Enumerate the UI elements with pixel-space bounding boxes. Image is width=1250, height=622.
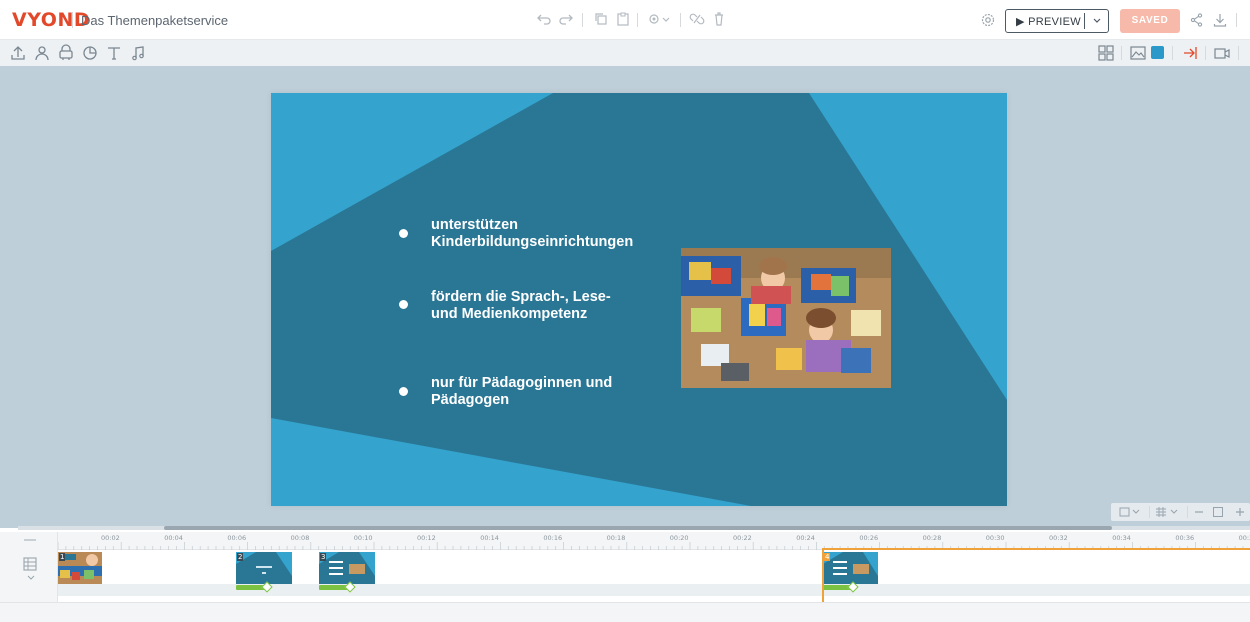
timeline-scroll-thumb[interactable] <box>164 526 1112 530</box>
asset-toolbar <box>0 40 1250 66</box>
music-icon[interactable] <box>128 43 148 63</box>
fit-screen-icon[interactable] <box>1212 506 1224 518</box>
time-label: 00:06 <box>227 534 247 542</box>
scene-number: 2 <box>237 553 244 561</box>
zoom-in-icon[interactable] <box>1234 506 1246 518</box>
time-label: 00:12 <box>417 534 436 542</box>
preview-button[interactable]: ▶ PREVIEW <box>1005 9 1109 33</box>
scene-track-icon[interactable] <box>22 556 38 572</box>
divider <box>1172 46 1173 60</box>
audio-track[interactable] <box>0 602 1250 622</box>
delete-icon[interactable] <box>710 10 728 28</box>
chevron-down-icon[interactable] <box>660 10 672 28</box>
scene-thumbnail[interactable]: 2 <box>236 552 292 584</box>
zoom-controls <box>1111 503 1250 521</box>
scene-thumbnail[interactable]: 3 <box>319 552 375 584</box>
props-icon[interactable] <box>56 43 76 63</box>
time-label: 00:14 <box>480 534 499 542</box>
bullet-text[interactable]: unterstützen Kinderbildungseinrichtungen <box>431 217 633 251</box>
redo-icon[interactable] <box>557 10 575 28</box>
grid-icon[interactable] <box>1155 506 1181 518</box>
selected-scene-frame <box>822 548 1250 605</box>
chevron-down-icon[interactable] <box>26 574 36 582</box>
divider <box>1187 506 1188 518</box>
divider <box>1149 506 1150 518</box>
divider <box>1205 46 1206 60</box>
preview-label: ▶ PREVIEW <box>1016 16 1081 28</box>
share-icon[interactable] <box>1188 11 1206 29</box>
collapse-handle[interactable] <box>24 539 36 541</box>
time-label: 00:20 <box>669 534 689 542</box>
time-label: 00:36 <box>1175 534 1195 542</box>
divider <box>1238 46 1239 60</box>
time-label: 00:18 <box>606 534 626 542</box>
enter-icon[interactable] <box>1180 43 1200 63</box>
divider <box>72 12 73 28</box>
text-icon[interactable] <box>104 43 124 63</box>
slide-canvas[interactable]: unterstützen Kinderbildungseinrichtungen… <box>271 93 1007 506</box>
scene-number: 1 <box>59 553 66 561</box>
copy-icon[interactable] <box>592 10 610 28</box>
timeline-panel: 00:02 00:04 00:06 00:08 00:10 00:12 00:14 00:16… <box>0 532 1250 622</box>
time-label: 00:26 <box>859 534 879 542</box>
layout-icon[interactable] <box>1096 43 1116 63</box>
divider <box>680 13 681 27</box>
chevron-down-icon[interactable] <box>1088 15 1106 27</box>
time-label: 00:16 <box>543 534 563 542</box>
view-mode-icon[interactable] <box>1119 506 1141 518</box>
time-label: 00:24 <box>796 534 815 542</box>
time-label: 00:04 <box>164 534 183 542</box>
paste-icon[interactable] <box>614 10 632 28</box>
time-label: 00:08 <box>290 534 310 542</box>
time-label: 00:34 <box>1112 534 1131 542</box>
time-label: 00:28 <box>922 534 942 542</box>
character-icon[interactable] <box>32 43 52 63</box>
divider <box>1236 13 1237 27</box>
bullet-dot <box>399 387 408 396</box>
time-label: 00:32 <box>1049 534 1068 542</box>
slide-background-shapes <box>271 93 1007 506</box>
unlink-icon[interactable] <box>688 10 706 28</box>
scene-number: 3 <box>320 553 327 561</box>
saved-label: SAVED <box>1131 15 1169 26</box>
children-reading-photo[interactable] <box>681 248 891 388</box>
upload-icon[interactable] <box>8 43 28 63</box>
bullet-text[interactable]: nur für Pädagoginnen und Pädagogen <box>431 375 612 409</box>
divider <box>637 13 638 27</box>
top-bar: VYOND Das Themenpaketservice ▶ PREVIEW S… <box>0 0 1250 40</box>
chart-icon[interactable] <box>80 43 100 63</box>
time-label: 00:22 <box>733 534 752 542</box>
image-icon[interactable] <box>1128 43 1148 63</box>
bg-shape-bottom <box>271 418 751 506</box>
bullet-dot <box>399 300 408 309</box>
project-title[interactable]: Das Themenpaketservice <box>81 13 228 28</box>
color-swatch[interactable] <box>1151 46 1164 59</box>
download-icon[interactable] <box>1211 11 1229 29</box>
divider <box>1084 13 1085 29</box>
bullet-text[interactable]: fördern die Sprach-, Lese- und Medienkom… <box>431 289 611 323</box>
time-label: 00:10 <box>353 534 373 542</box>
undo-icon[interactable] <box>535 10 553 28</box>
zoom-out-icon[interactable] <box>1193 506 1205 518</box>
vyond-logo[interactable]: VYOND <box>12 9 90 31</box>
camera-icon[interactable] <box>1212 43 1232 63</box>
time-label: 00:30 <box>985 534 1005 542</box>
time-label: 00:38 <box>1238 534 1250 542</box>
time-label: 00:02 <box>101 534 120 542</box>
settings-icon[interactable] <box>979 11 997 29</box>
saved-button[interactable]: SAVED <box>1120 9 1180 33</box>
scene-thumbnail[interactable]: 1 <box>58 552 102 584</box>
divider <box>582 13 583 27</box>
divider <box>1121 46 1122 60</box>
bullet-dot <box>399 229 408 238</box>
